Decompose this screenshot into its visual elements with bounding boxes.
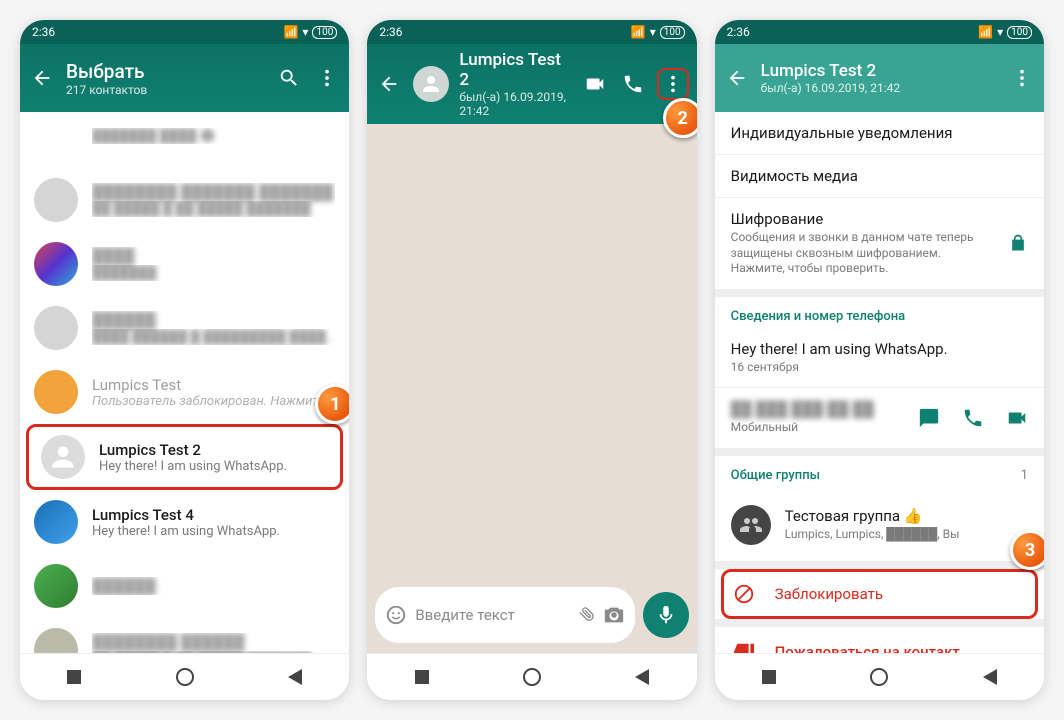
voice-call-icon[interactable] [619,70,647,98]
android-nav [20,653,349,700]
block-icon [733,583,755,605]
last-seen: был(-а) 16.09.2019, 21:42 [459,90,570,118]
phone-row: ██ ███ ███-██-██ Мобильный [715,388,1044,456]
block-button[interactable]: Заблокировать [715,569,1044,619]
lock-icon [1008,233,1028,253]
more-icon[interactable] [1008,64,1036,92]
signal-icon: 📶 [283,25,298,39]
contact-item[interactable]: ██████ [20,554,349,618]
status-bar: 2:36 📶 ▾ 100 [20,20,349,44]
contact-list[interactable]: ███████ ████ 😊 ████████ ███████ ███████ … [20,112,349,653]
info-header: Lumpics Test 2 был(-а) 16.09.2019, 21:42 [715,44,1044,112]
nav-home-icon[interactable] [870,668,888,686]
nav-back-icon[interactable] [288,669,302,685]
voice-record-button[interactable] [643,592,689,638]
android-nav [715,653,1044,700]
info-last-seen: был(-а) 16.09.2019, 21:42 [761,81,998,95]
emoji-icon[interactable] [385,604,407,626]
android-nav [367,653,696,700]
message-input-bar: Введите текст [367,579,696,653]
contact-item[interactable]: ██████ ████ ██████ █ █████████ ██████ [20,296,349,360]
group-name: Тестовая группа 👍 [785,507,960,525]
chat-title-block[interactable]: Lumpics Test 2 был(-а) 16.09.2019, 21:42 [459,50,570,118]
contact-item-blocked[interactable]: Lumpics Test Пользователь заблокирован. … [20,360,349,424]
info-title: Lumpics Test 2 [761,61,998,81]
call-icon[interactable] [962,407,984,429]
status-bar: 2:36 📶 ▾ 100 [367,20,696,44]
video-call-icon[interactable] [581,70,609,98]
chat-messages-area[interactable] [367,124,696,579]
thumbs-down-icon [733,641,755,653]
status-bar: 2:36 📶▾ 100 [715,20,1044,44]
nav-back-icon[interactable] [983,669,997,685]
contacts-header: Выбрать 217 контактов [20,44,349,112]
phone-screen-contact-info: 2:36 📶▾ 100 Lumpics Test 2 был(-а) 16.09… [715,20,1044,700]
chat-header: Lumpics Test 2 был(-а) 16.09.2019, 21:42 [367,44,696,124]
camera-icon[interactable] [603,604,625,626]
status-time: 2:36 [32,25,55,39]
wifi-icon: ▾ [650,25,656,39]
more-icon[interactable] [657,68,689,100]
wifi-icon: ▾ [302,25,308,39]
nav-recent-icon[interactable] [762,670,776,684]
search-icon[interactable] [275,64,303,92]
message-icon[interactable] [918,407,940,429]
battery-icon: 100 [312,26,337,39]
nav-home-icon[interactable] [523,668,541,686]
step-badge-2: 2 [663,98,697,138]
back-icon[interactable] [723,64,751,92]
contact-name: Lumpics Test 2 [99,441,328,459]
signal-icon: 📶 [631,25,646,39]
shared-groups-header: Общие группы [731,468,820,483]
contact-item[interactable]: ███████ ████ 😊 [20,112,349,168]
back-icon[interactable] [375,70,403,98]
back-icon[interactable] [28,64,56,92]
contact-item[interactable]: ████ ███████ [20,232,349,296]
chat-title: Lumpics Test 2 [459,50,570,90]
step-badge-3: 3 [1010,530,1044,570]
report-button[interactable]: Пожаловаться на контакт [715,627,1044,653]
group-row[interactable]: Тестовая группа 👍 Lumpics, Lumpics, ████… [715,489,1044,569]
about-and-phone-header: Сведения и номер телефона [731,309,1028,324]
contact-item-highlighted[interactable]: Lumpics Test 2 Hey there! I am using Wha… [26,424,343,490]
page-title: Выбрать [66,60,265,83]
message-placeholder: Введите текст [415,606,564,624]
contact-item[interactable]: ████████ ███████ ███████ ██ █████ █ ██ █… [20,168,349,232]
about-text-row: Hey there! I am using WhatsApp. 16 сентя… [715,328,1044,389]
phone-screen-chat: 2:36 📶 ▾ 100 Lumpics Test 2 был(-а) 16.0… [367,20,696,700]
contact-info-body[interactable]: Индивидуальные уведомления Видимость мед… [715,112,1044,653]
avatar[interactable] [413,66,449,102]
phone-screen-contacts: 2:36 📶 ▾ 100 Выбрать 217 контактов █████… [20,20,349,700]
message-input[interactable]: Введите текст [375,587,634,643]
attach-icon[interactable] [568,599,599,630]
nav-recent-icon[interactable] [415,670,429,684]
custom-notifications-row[interactable]: Индивидуальные уведомления [715,112,1044,155]
video-icon[interactable] [1006,407,1028,429]
media-visibility-row[interactable]: Видимость медиа [715,155,1044,198]
phone-action-icons [918,407,1028,429]
nav-back-icon[interactable] [635,669,649,685]
contact-item[interactable]: Lumpics Test 4 Hey there! I am using Wha… [20,490,349,554]
contacts-count: 217 контактов [66,83,265,97]
encryption-row[interactable]: Шифрование Сообщения и звонки в данном ч… [715,198,1044,297]
nav-recent-icon[interactable] [67,670,81,684]
contact-item[interactable]: ████████ ██████ ██ █████ █ ██ █████ ████… [20,618,349,653]
group-avatar [731,505,771,545]
more-icon[interactable] [313,64,341,92]
shared-groups-count: 1 [1021,468,1028,483]
group-members: Lumpics, Lumpics, ██████, Вы [785,527,960,543]
contact-status: Hey there! I am using WhatsApp. [99,459,328,474]
nav-home-icon[interactable] [176,668,194,686]
status-icons: 📶 ▾ 100 [283,25,337,39]
step-badge-1: 1 [315,384,349,424]
